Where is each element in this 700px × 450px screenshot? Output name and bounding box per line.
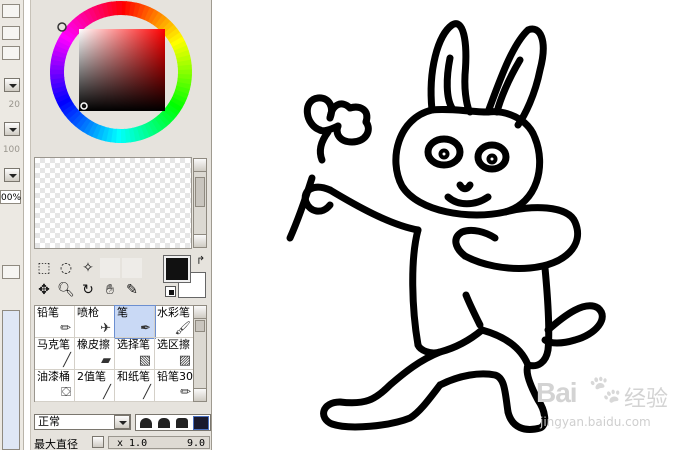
brush-grid: 铅笔 ✏︎ 喷枪 ✈︎ 笔 ✒︎ 水彩笔 🖌︎ 马克笔 ╱ 橡皮擦 ▰ 选择笔 ▧ 选区擦 ▨ 油漆桶 ⛋ 2值笔 ╱… xyxy=(34,305,195,402)
binary-pen-icon: ╱ xyxy=(103,385,111,400)
select-eraser-icon: ▨ xyxy=(178,353,191,368)
dropdown-button[interactable] xyxy=(4,78,20,92)
size-value: 9.0 xyxy=(186,438,205,449)
layer-toggle[interactable] xyxy=(2,265,20,279)
max-size-label: 最大直径 xyxy=(34,438,78,450)
hue-cursor[interactable] xyxy=(57,22,67,32)
color-wheel[interactable] xyxy=(41,0,201,150)
empty-tool-slot xyxy=(100,258,120,278)
brush-marker[interactable]: 马克笔 ╱ xyxy=(35,338,75,370)
empty-tool-slot xyxy=(122,258,142,278)
brush-label: 2值笔 xyxy=(77,370,106,383)
blend-mode-dropdown-button[interactable] xyxy=(114,415,130,429)
pencil-icon: ✏︎ xyxy=(60,321,71,336)
multiplier-readout: x 1.0 xyxy=(117,438,148,449)
brush-select-pen[interactable]: 选择笔 ▧ xyxy=(115,338,155,370)
value-readout: 20 xyxy=(8,100,20,110)
brush-label: 选择笔 xyxy=(117,338,150,351)
texture-scrollbar[interactable] xyxy=(193,158,207,248)
magic-wand-icon[interactable]: ✧ xyxy=(78,258,98,278)
brush-bucket[interactable]: 油漆桶 ⛋ xyxy=(35,370,75,402)
swap-colors-icon[interactable]: ↱ xyxy=(196,254,205,267)
option-box[interactable] xyxy=(2,4,20,18)
shape-hard-icon[interactable] xyxy=(176,418,188,428)
scroll-up-button[interactable] xyxy=(194,306,206,319)
brush-label: 选区擦 xyxy=(157,338,190,351)
eraser-icon: ▰ xyxy=(101,353,111,368)
hand-icon[interactable]: ✋︎ xyxy=(100,280,120,300)
brush-label: 橡皮擦 xyxy=(77,338,110,351)
airbrush-icon: ✈︎ xyxy=(100,321,111,336)
watercolor-icon: 🖌︎ xyxy=(174,321,191,336)
scroll-down-button[interactable] xyxy=(194,388,206,401)
brush-label: 和纸笔 xyxy=(117,370,150,383)
brush-washi-pen[interactable]: 和纸笔 ╱ xyxy=(115,370,155,402)
tool-panel: ⬚ ◌ ✧ ✥ 🔍︎ ↻ ✋︎ ✎ ↱ 铅笔 ✏︎ 喷枪 ✈︎ 笔 ✒︎ 水彩笔 🖌︎ 马克笔 ╱… xyxy=(30,0,212,450)
percent-readout: 00% xyxy=(0,190,21,204)
brush-label: 笔 xyxy=(117,306,128,319)
left-panel-strip: 20 100 00% xyxy=(0,0,24,450)
brush-label: 水彩笔 xyxy=(157,306,190,319)
selection-tools: ⬚ ◌ ✧ ✥ 🔍︎ ↻ ✋︎ ✎ xyxy=(34,256,164,302)
move-icon[interactable]: ✥ xyxy=(34,280,54,300)
zoom-icon[interactable]: 🔍︎ xyxy=(56,280,76,300)
brush-select-eraser[interactable]: 选区擦 ▨ xyxy=(155,338,195,370)
max-size-row: 最大直径 x 1.0 9.0 xyxy=(34,436,210,450)
brush-label: 铅笔30 xyxy=(157,370,193,383)
max-size-slider[interactable]: x 1.0 9.0 xyxy=(108,436,210,449)
scroll-down-button[interactable] xyxy=(194,234,206,247)
paw-icon: 🐾︎ xyxy=(586,373,625,408)
scroll-thumb[interactable] xyxy=(195,177,205,207)
max-size-dropdown[interactable] xyxy=(92,436,104,448)
brush-airbrush[interactable]: 喷枪 ✈︎ xyxy=(75,306,115,338)
baidu-watermark: Bai 🐾︎ 经验 jingyan.baidu.com xyxy=(536,373,696,445)
brush-binary-pen[interactable]: 2值笔 ╱ xyxy=(75,370,115,402)
bucket-icon: ⛋ xyxy=(61,385,71,400)
watermark-logo: Bai xyxy=(536,377,578,408)
shape-square-icon[interactable] xyxy=(193,416,209,430)
brush-pencil30[interactable]: 铅笔30 ✏︎ xyxy=(155,370,195,402)
rect-select-icon[interactable]: ⬚ xyxy=(34,258,54,278)
eyedropper-icon[interactable]: ✎ xyxy=(122,280,142,300)
brush-scrollbar[interactable] xyxy=(193,305,207,402)
brush-pen[interactable]: 笔 ✒︎ xyxy=(114,305,156,339)
brush-eraser[interactable]: 橡皮擦 ▰ xyxy=(75,338,115,370)
brush-shape-selector[interactable] xyxy=(135,414,211,431)
scroll-thumb[interactable] xyxy=(195,320,205,332)
brush-label: 喷枪 xyxy=(77,306,99,319)
scroll-up-button[interactable] xyxy=(194,159,206,172)
brush-label: 马克笔 xyxy=(37,338,70,351)
layer-list[interactable] xyxy=(2,310,20,450)
brush-label: 油漆桶 xyxy=(37,370,70,383)
value-readout: 100 xyxy=(2,145,20,155)
washi-pen-icon: ╱ xyxy=(143,385,151,400)
shape-medium-icon[interactable] xyxy=(158,418,170,428)
brush-label: 铅笔 xyxy=(37,306,59,319)
brush-pencil[interactable]: 铅笔 ✏︎ xyxy=(35,306,75,338)
pen-icon: ✒︎ xyxy=(140,321,151,336)
lasso-icon[interactable]: ◌ xyxy=(56,258,76,278)
pencil30-icon: ✏︎ xyxy=(180,385,191,400)
dropdown-button[interactable] xyxy=(4,122,20,136)
select-pen-icon: ▧ xyxy=(138,353,151,368)
marker-icon: ╱ xyxy=(63,353,71,368)
foreground-color-swatch[interactable] xyxy=(163,255,191,283)
watermark-logo-suffix: 经验 xyxy=(624,387,669,412)
shape-soft-icon[interactable] xyxy=(140,418,152,428)
option-box[interactable] xyxy=(2,26,20,40)
option-box[interactable] xyxy=(2,46,20,60)
brush-watercolor[interactable]: 水彩笔 🖌︎ xyxy=(155,306,195,338)
reset-colors-icon[interactable] xyxy=(165,286,176,297)
texture-preview xyxy=(34,157,192,249)
watermark-url: jingyan.baidu.com xyxy=(540,415,651,429)
rotate-icon[interactable]: ↻ xyxy=(78,280,98,300)
dropdown-button[interactable] xyxy=(4,168,20,182)
